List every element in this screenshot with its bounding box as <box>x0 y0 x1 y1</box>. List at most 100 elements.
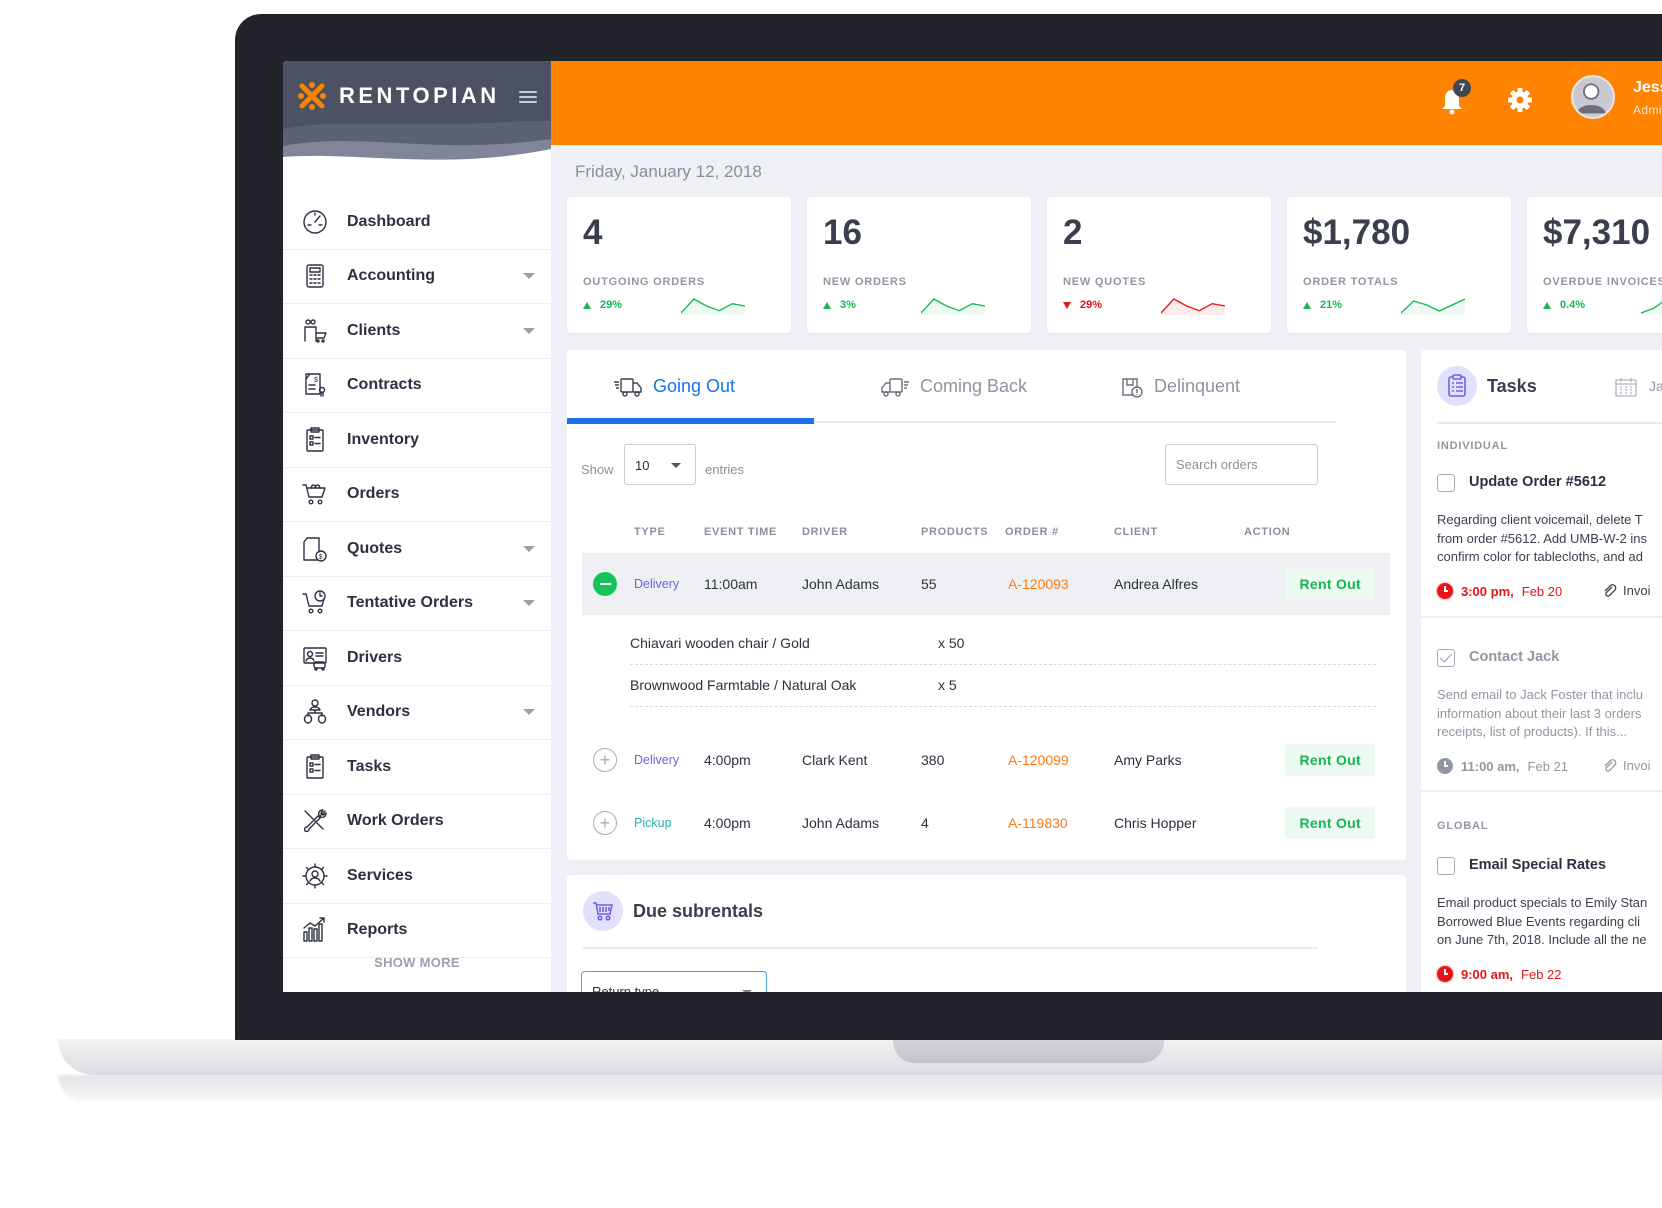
task-checkbox[interactable] <box>1437 649 1455 667</box>
sidebar-item-reports[interactable]: Reports <box>283 904 551 958</box>
driver-name: John Adams <box>802 815 880 831</box>
vendor-hierarchy-icon <box>301 698 329 726</box>
sidebar-item-label: Vendors <box>347 703 411 721</box>
stat-value: 16 <box>823 213 862 252</box>
rent-out-button[interactable]: Rent Out <box>1285 744 1375 776</box>
task-title[interactable]: Update Order #5612 <box>1469 474 1606 490</box>
column-header-action[interactable]: ACTION <box>1244 526 1290 538</box>
sidebar-item-contracts[interactable]: $ Contracts <box>283 359 551 413</box>
column-header-driver[interactable]: DRIVER <box>802 526 848 538</box>
chevron-down-icon[interactable] <box>523 545 535 552</box>
menu-toggle-icon[interactable] <box>519 91 537 103</box>
sparkline <box>921 298 985 315</box>
line-item-quantity: x 50 <box>938 635 965 651</box>
chevron-down-icon[interactable] <box>523 600 535 607</box>
sidebar-item-work-orders[interactable]: Work Orders <box>283 795 551 849</box>
svg-text:$: $ <box>314 377 318 384</box>
sidebar: RENTOPIAN Dashboard Accounting Clients $ Con… <box>283 61 551 992</box>
stat-card-overdue-invoices[interactable]: $7,310 OVERDUE INVOICES 0.4% <box>1527 197 1662 333</box>
expand-row-icon[interactable]: + <box>593 811 617 835</box>
svg-text:$: $ <box>319 554 323 561</box>
order-number-link[interactable]: A-120099 <box>1008 752 1069 768</box>
paperclip-icon <box>1604 758 1617 772</box>
show-more-link[interactable]: SHOW MORE <box>283 955 551 970</box>
sidebar-item-orders[interactable]: Orders <box>283 468 551 522</box>
order-number-link[interactable]: A-120093 <box>1008 576 1069 592</box>
current-date: Friday, January 12, 2018 <box>575 162 762 181</box>
client-name: Amy Parks <box>1114 752 1182 768</box>
calendar-icon[interactable] <box>1615 377 1637 397</box>
column-header-type[interactable]: TYPE <box>634 526 666 538</box>
clock-icon <box>1437 758 1453 774</box>
task-attachment-link[interactable]: Invoi <box>1603 583 1650 598</box>
tab-delinquent[interactable]: Delinquent <box>1120 350 1240 423</box>
chevron-down-icon[interactable] <box>523 273 535 280</box>
sidebar-item-label: Quotes <box>347 539 403 557</box>
return-type-select[interactable]: Return type <box>581 971 767 992</box>
task-description-line: confirm color for tablecloths, and ad <box>1437 549 1643 564</box>
product-count: 380 <box>921 752 945 768</box>
sidebar-item-quotes[interactable]: $ Quotes <box>283 522 551 577</box>
column-header-client[interactable]: CLIENT <box>1114 526 1158 538</box>
brand-name: RENTOPIAN <box>339 83 500 108</box>
logo[interactable]: RENTOPIAN <box>297 81 500 111</box>
tab-coming-back[interactable]: Coming Back <box>880 350 1027 423</box>
brand-header: RENTOPIAN <box>283 61 551 211</box>
task-title[interactable]: Email Special Rates <box>1469 857 1606 873</box>
stat-change-value: 3% <box>840 299 856 311</box>
user-avatar-icon <box>1576 83 1606 114</box>
sidebar-item-vendors[interactable]: Vendors <box>283 686 551 740</box>
task-attachment-link[interactable]: Invoi <box>1603 758 1650 773</box>
column-header-order[interactable]: ORDER # <box>1005 526 1059 538</box>
settings-gear-icon[interactable] <box>1506 86 1534 114</box>
table-row[interactable]: + Delivery 4:00pm Clark Kent 380 A-120099 Amy … <box>582 729 1390 791</box>
divider <box>1437 422 1662 424</box>
sidebar-item-tasks[interactable]: Tasks <box>283 740 551 795</box>
calendar-month-label[interactable]: Jan <box>1649 378 1662 394</box>
clock-icon <box>1437 583 1453 599</box>
sparkline-area <box>921 299 985 315</box>
stat-label: NEW QUOTES <box>1063 276 1147 288</box>
sidebar-item-accounting[interactable]: Accounting <box>283 250 551 304</box>
column-header-products[interactable]: PRODUCTS <box>921 526 988 538</box>
sidebar-item-inventory[interactable]: Inventory <box>283 413 551 468</box>
event-time: 4:00pm <box>704 752 751 768</box>
task-checkbox[interactable] <box>1437 474 1455 492</box>
trend-up-icon <box>1303 301 1311 309</box>
collapse-row-icon[interactable] <box>593 572 617 596</box>
event-time: 11:00am <box>704 576 758 592</box>
dashboard-gauge-icon <box>301 208 329 236</box>
sidebar-item-dashboard[interactable]: Dashboard <box>283 195 551 250</box>
table-row[interactable]: + Pickup 4:00pm John Adams 4 A-119830 Chris Ho… <box>582 792 1390 854</box>
sidebar-item-tentative-orders[interactable]: Tentative Orders <box>283 577 551 631</box>
stat-value: $1,780 <box>1303 213 1411 252</box>
sidebar-item-services[interactable]: Services <box>283 849 551 904</box>
sidebar-item-clients[interactable]: Clients <box>283 304 551 359</box>
event-type: Delivery <box>634 577 680 591</box>
user-name[interactable]: Jessica <box>1633 79 1662 97</box>
stat-card-order-totals[interactable]: $1,780 ORDER TOTALS 21% <box>1287 197 1511 333</box>
chevron-down-icon[interactable] <box>523 327 535 334</box>
rent-out-button[interactable]: Rent Out <box>1285 807 1375 839</box>
entries-per-page-select[interactable]: 10 <box>624 444 696 485</box>
tab-going-out[interactable]: Going Out <box>613 350 735 423</box>
order-number-link[interactable]: A-119830 <box>1008 815 1068 831</box>
task-title[interactable]: Contact Jack <box>1469 649 1559 665</box>
due-time: 9:00 am, <box>1461 966 1514 982</box>
user-avatar[interactable] <box>1571 75 1615 119</box>
product-count: 55 <box>921 576 937 592</box>
sidebar-item-label: Tasks <box>347 757 392 775</box>
table-row[interactable]: Delivery 11:00am John Adams 55 A-120093 Andre… <box>582 553 1390 615</box>
clipboard-list-icon <box>1448 374 1466 397</box>
column-header-event-time[interactable]: EVENT TIME <box>704 526 777 538</box>
orders-panel: Going Out Coming Back Delinquent Show 10… <box>567 350 1406 860</box>
expand-row-icon[interactable]: + <box>593 748 617 772</box>
stat-card-new-quotes[interactable]: 2 NEW QUOTES 29% <box>1047 197 1271 333</box>
task-checkbox[interactable] <box>1437 857 1455 875</box>
search-orders-input[interactable] <box>1165 444 1318 485</box>
rent-out-button[interactable]: Rent Out <box>1285 568 1375 600</box>
chevron-down-icon[interactable] <box>523 709 535 716</box>
stat-card-outgoing-orders[interactable]: 4 OUTGOING ORDERS 29% <box>567 197 791 333</box>
sidebar-item-drivers[interactable]: Drivers <box>283 631 551 686</box>
stat-card-new-orders[interactable]: 16 NEW ORDERS 3% <box>807 197 1031 333</box>
